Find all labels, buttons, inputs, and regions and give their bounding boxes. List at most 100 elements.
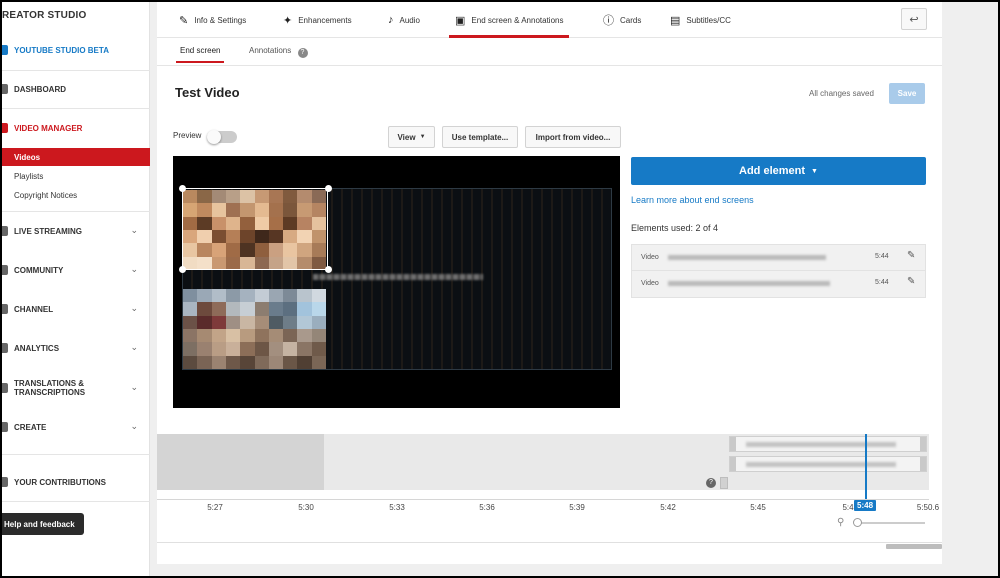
- edit-pencil-icon[interactable]: ✎: [907, 276, 915, 287]
- divider: [157, 542, 942, 543]
- end-screen-canvas[interactable]: [173, 156, 620, 408]
- tab-end-screen-annotations[interactable]: ▣ End screen & Annotations: [448, 2, 570, 38]
- save-button[interactable]: Save: [889, 83, 925, 104]
- label-line: TRANSCRIPTIONS: [14, 388, 86, 397]
- timeline-scroll-handle[interactable]: [720, 477, 728, 489]
- chevron-down-icon: ⌄: [130, 382, 138, 392]
- view-dropdown[interactable]: View ▼: [388, 126, 435, 148]
- element-row[interactable]: Video 5:44 ✎: [632, 245, 925, 271]
- element-type: Video: [641, 254, 659, 261]
- subtab-annotations[interactable]: Annotations ?: [249, 46, 308, 58]
- learn-more-link[interactable]: Learn more about end screens: [631, 195, 754, 205]
- sidebar-item-label: CREATE: [14, 422, 47, 432]
- divider: [2, 70, 150, 71]
- sidebar-subitem-videos[interactable]: Videos: [2, 148, 150, 166]
- video-manager-icon: [2, 123, 8, 133]
- sidebar-item-channel[interactable]: CHANNEL ⌄: [2, 300, 150, 318]
- tab-enhancements[interactable]: ✦ Enhancements: [283, 2, 352, 38]
- back-button[interactable]: ↩: [901, 8, 927, 30]
- contributions-icon: [2, 477, 8, 487]
- track-handle-right[interactable]: [920, 457, 926, 471]
- help-icon[interactable]: ?: [706, 478, 716, 488]
- sidebar-item-create[interactable]: CREATE ⌄: [2, 418, 150, 436]
- divider: [2, 501, 150, 502]
- edit-pencil-icon[interactable]: ✎: [907, 250, 915, 261]
- create-icon: [2, 422, 8, 432]
- sidebar-item-label: DASHBOARD: [14, 84, 66, 94]
- sidebar-item-label: TRANSLATIONS & TRANSCRIPTIONS: [14, 379, 85, 397]
- time-tick: 5:36: [479, 503, 495, 512]
- tab-label: End screen & Annotations: [471, 15, 564, 25]
- zoom-icon: ⚲: [837, 517, 845, 528]
- zoom-slider-track[interactable]: [855, 522, 925, 524]
- blurred-video-title: [668, 255, 826, 260]
- resize-handle[interactable]: [325, 266, 332, 273]
- sidebar-item-studio-beta[interactable]: YOUTUBE STUDIO BETA: [2, 41, 150, 59]
- sidebar-item-label: VIDEO MANAGER: [14, 123, 83, 133]
- sidebar-item-video-manager[interactable]: VIDEO MANAGER: [2, 119, 150, 137]
- blurred-track-label: [746, 462, 896, 467]
- zoom-slider-knob[interactable]: [853, 518, 862, 527]
- track-handle-left[interactable]: [730, 457, 736, 471]
- sidebar-item-community[interactable]: COMMUNITY ⌄: [2, 261, 150, 279]
- sidebar-item-dashboard[interactable]: DASHBOARD: [2, 80, 150, 98]
- timeline-ruler: [157, 499, 929, 500]
- divider: [2, 108, 150, 109]
- save-status: All changes saved: [809, 89, 874, 98]
- analytics-icon: [2, 343, 8, 353]
- sidebar-item-analytics[interactable]: ANALYTICS ⌄: [2, 339, 150, 357]
- magic-wand-icon: ✦: [283, 14, 293, 27]
- cc-icon: ▤: [670, 14, 681, 27]
- use-template-button[interactable]: Use template...: [442, 126, 518, 148]
- sidebar-subitem-playlists[interactable]: Playlists: [2, 167, 150, 185]
- tab-audio[interactable]: ♪ Audio: [388, 2, 420, 38]
- sidebar-subitem-copyright[interactable]: Copyright Notices: [2, 186, 150, 204]
- resize-handle[interactable]: [325, 185, 332, 192]
- element-row[interactable]: Video 5:44 ✎: [632, 271, 925, 297]
- current-time-badge: 5:48: [854, 500, 877, 511]
- element-list: Video 5:44 ✎ Video 5:44 ✎: [631, 244, 926, 298]
- sub-tabs: End screen Annotations ?: [157, 38, 942, 66]
- element-duration: 5:44: [875, 253, 889, 260]
- add-element-button[interactable]: Add element ▼: [631, 157, 926, 185]
- preview-toggle[interactable]: [207, 130, 237, 144]
- divider: [2, 211, 150, 212]
- import-from-video-button[interactable]: Import from video...: [525, 126, 621, 148]
- caret-down-icon: ▼: [811, 167, 818, 175]
- tab-subtitles[interactable]: ▤ Subtitles/CC: [670, 2, 731, 38]
- track-handle-right[interactable]: [920, 437, 926, 451]
- chevron-down-icon: ⌄: [130, 421, 138, 431]
- horizontal-scrollbar[interactable]: [886, 544, 942, 549]
- time-tick: 5:50.6: [916, 503, 940, 512]
- time-tick: 5:39: [569, 503, 585, 512]
- playhead[interactable]: [865, 434, 867, 501]
- timeline-element-track[interactable]: [729, 436, 927, 452]
- video-title: Test Video: [175, 85, 240, 100]
- chevron-down-icon: ⌄: [130, 264, 138, 274]
- sidebar-item-live-streaming[interactable]: LIVE STREAMING ⌄: [2, 222, 150, 240]
- help-feedback-button[interactable]: Help and feedback: [2, 513, 84, 535]
- pencil-icon: ✎: [179, 14, 189, 27]
- sidebar-item-label: YOUTUBE STUDIO BETA: [14, 45, 109, 55]
- sidebar-item-label: ANALYTICS: [14, 343, 60, 353]
- editor-tabs: ✎ Info & Settings ✦ Enhancements ♪ Audio…: [157, 2, 942, 38]
- tab-label: Subtitles/CC: [686, 15, 731, 25]
- subtab-end-screen[interactable]: End screen: [175, 46, 225, 63]
- sidebar-item-translations[interactable]: TRANSLATIONS & TRANSCRIPTIONS ⌄: [2, 376, 150, 400]
- selection-outline: [182, 188, 328, 270]
- video-thumbnail: [183, 289, 326, 369]
- tab-cards[interactable]: ⓘ Cards: [603, 2, 641, 38]
- sidebar-item-contributions[interactable]: YOUR CONTRIBUTIONS: [2, 473, 150, 491]
- app-frame: REATOR STUDIO YOUTUBE STUDIO BETA DASHBO…: [2, 2, 998, 576]
- chevron-down-icon: ⌄: [130, 303, 138, 313]
- time-tick: 5:30: [298, 503, 314, 512]
- time-tick: 5:4: [842, 503, 854, 512]
- track-handle-left[interactable]: [730, 437, 736, 451]
- resize-handle[interactable]: [179, 266, 186, 273]
- timeline-element-track[interactable]: [729, 456, 927, 472]
- tab-info-settings[interactable]: ✎ Info & Settings: [179, 2, 246, 38]
- end-screen-element-video-2[interactable]: [183, 289, 326, 369]
- resize-handle[interactable]: [179, 185, 186, 192]
- help-icon[interactable]: ?: [297, 48, 308, 58]
- timeline[interactable]: ?: [157, 434, 929, 490]
